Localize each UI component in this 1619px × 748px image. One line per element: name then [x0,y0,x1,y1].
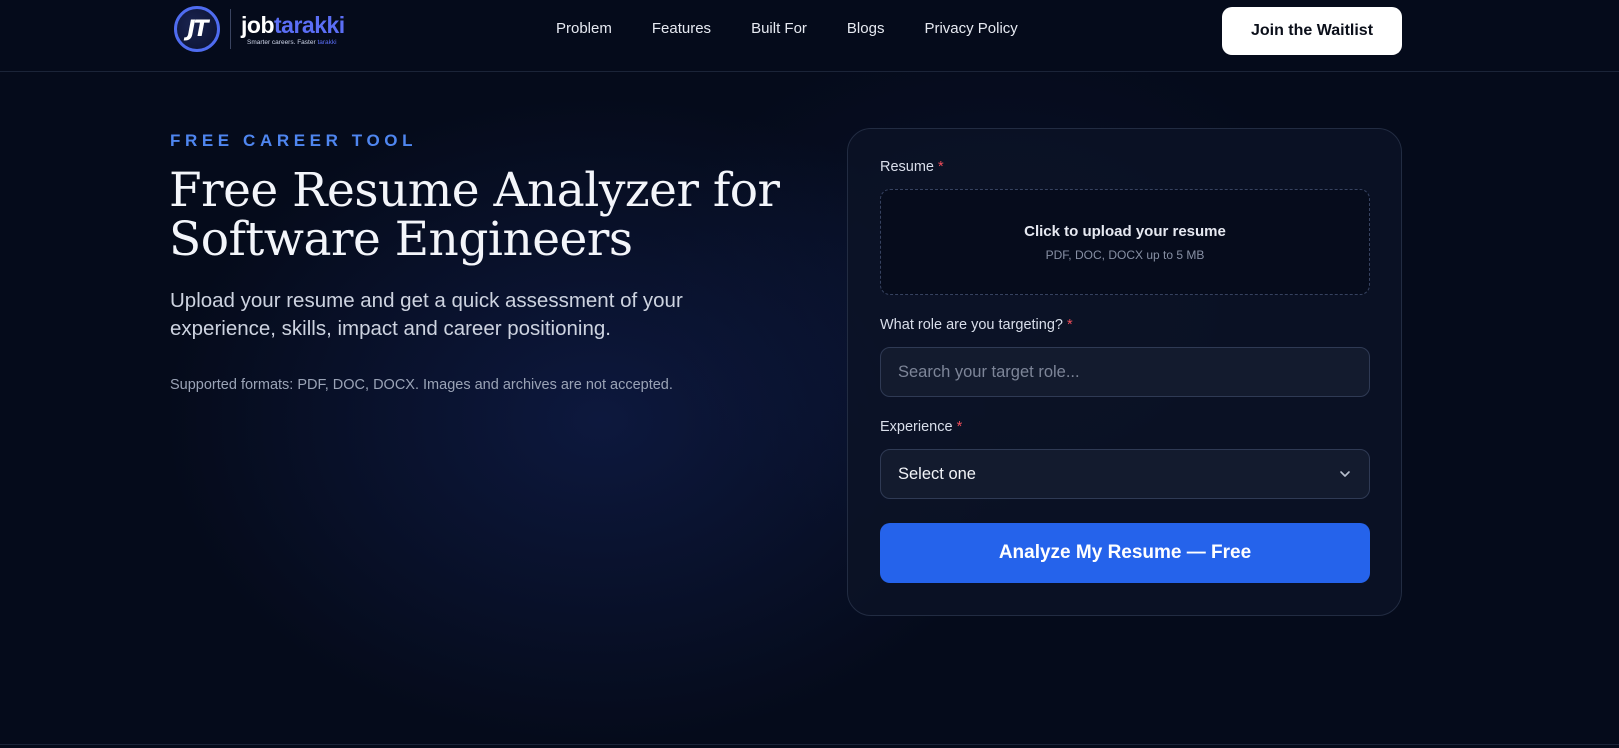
role-label-text: What role are you targeting? [880,317,1063,333]
chevron-down-icon [1340,471,1350,477]
experience-select[interactable]: Select one [880,449,1370,499]
join-waitlist-button[interactable]: Join the Waitlist [1222,7,1402,55]
required-mark: * [956,419,963,435]
experience-label: Experience * [880,419,962,435]
nav-link-blogs[interactable]: Blogs [847,20,885,37]
logo-divider [230,9,231,49]
hero-subtitle: Upload your resume and get a quick asses… [170,289,683,340]
logo-tagline-text: Smarter careers. Faster [247,38,318,46]
supported-formats-note: Supported formats: PDF, DOC, DOCX. Image… [170,377,673,393]
analyze-resume-button[interactable]: Analyze My Resume — Free [880,523,1370,583]
nav-link-privacy-policy[interactable]: Privacy Policy [924,20,1017,37]
nav-link-problem[interactable]: Problem [556,20,612,37]
resume-label-text: Resume [880,159,934,175]
nav-link-features[interactable]: Features [652,20,711,37]
logo-word-tarakki: tarakki [274,11,345,38]
target-role-search-input[interactable] [880,347,1370,397]
experience-select-value: Select one [898,464,976,483]
logo-mark-icon: JT [174,6,220,52]
nav-link-built-for[interactable]: Built For [751,20,807,37]
required-mark: * [1067,317,1073,333]
logo-word-job: job [241,11,275,38]
logo-tagline: Smarter careers. Faster tarakki [247,39,345,46]
brand-logo[interactable]: JT jobtarakki Smarter careers. Faster ta… [174,6,345,52]
role-label: What role are you targeting? * [880,317,1073,333]
resume-analyzer-form: Resume * Click to upload your resume PDF… [847,128,1402,616]
resume-label: Resume * [880,159,944,175]
upload-hint: PDF, DOC, DOCX up to 5 MB [1045,247,1205,262]
logo-tagline-accent: tarakki [317,38,337,46]
required-mark: * [938,159,944,175]
hero-eyebrow: FREE CAREER TOOL [170,131,418,150]
section-divider [0,744,1619,745]
site-header: JT jobtarakki Smarter careers. Faster ta… [0,0,1619,72]
resume-upload-dropzone[interactable]: Click to upload your resume PDF, DOC, DO… [880,189,1370,295]
main-nav: Problem Features Built For Blogs Privacy… [556,20,1058,37]
logo-wordmark: jobtarakki [241,13,345,37]
page-title: Free Resume Analyzer for Software Engine… [169,163,780,267]
experience-label-text: Experience [880,419,953,435]
logo-text: jobtarakki Smarter careers. Faster tarak… [241,13,345,46]
upload-title: Click to upload your resume [1024,222,1226,240]
